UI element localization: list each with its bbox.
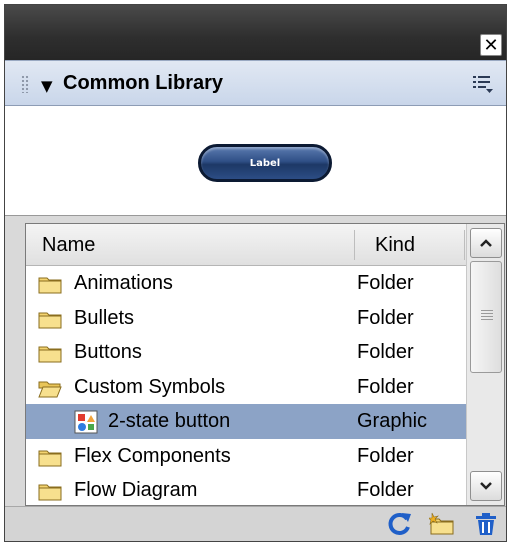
- symbol-preview-area: Label: [5, 106, 506, 216]
- folder-open-icon: [38, 381, 62, 397]
- new-folder-icon[interactable]: [429, 511, 455, 537]
- graphic-symbol-icon: [74, 410, 98, 434]
- chevron-up-icon: [480, 239, 492, 247]
- drag-grip-icon[interactable]: [21, 75, 29, 93]
- item-kind: Folder: [357, 375, 414, 398]
- item-name: Flex Components: [74, 444, 231, 467]
- list-item-selected[interactable]: 2-state button Graphic: [26, 404, 466, 439]
- item-name: Custom Symbols: [74, 375, 226, 398]
- column-header-kind[interactable]: Kind: [375, 234, 415, 257]
- folder-icon: [38, 346, 62, 363]
- item-name: 2-state button: [108, 410, 231, 432]
- folder-icon: [38, 312, 62, 328]
- list-header: Name Kind: [26, 224, 466, 266]
- close-icon: ✕: [483, 34, 499, 56]
- scroll-up-button[interactable]: [470, 228, 502, 258]
- item-name: Buttons: [74, 341, 142, 363]
- item-name: Flow Diagram: [74, 479, 198, 501]
- library-list: Name Kind Animations Folder Bullets Fold…: [25, 223, 505, 506]
- preview-button-symbol: Label: [198, 144, 332, 182]
- list-item[interactable]: Animations Folder: [26, 266, 466, 301]
- item-kind: Graphic: [357, 410, 428, 432]
- list-item[interactable]: Custom Symbols Folder: [26, 370, 466, 405]
- item-kind: Folder: [357, 272, 414, 294]
- folder-icon: [38, 484, 62, 501]
- folder-icon: [38, 277, 62, 294]
- item-kind: Folder: [357, 306, 414, 329]
- item-name: Bullets: [74, 306, 135, 329]
- item-name: Animations: [74, 272, 173, 294]
- panel-menu-icon[interactable]: [472, 74, 494, 94]
- trash-icon[interactable]: [473, 511, 499, 537]
- item-kind: Folder: [357, 444, 414, 467]
- list-item[interactable]: Bullets Folder: [26, 301, 466, 336]
- column-header-name[interactable]: Name: [42, 234, 95, 257]
- scroll-thumb[interactable]: [470, 261, 502, 373]
- close-button[interactable]: ✕: [480, 34, 502, 56]
- collapse-arrow-icon[interactable]: ▼: [41, 77, 53, 95]
- column-divider: [464, 230, 465, 260]
- panel-title: Common Library: [63, 72, 224, 94]
- panel-header[interactable]: ▼ Common Library: [5, 60, 506, 106]
- list-item[interactable]: Buttons Folder: [26, 335, 466, 370]
- folder-icon: [38, 450, 62, 466]
- library-panel-window: ✕ ▼ Common Library Label Name Kind Anima…: [4, 4, 507, 542]
- refresh-icon[interactable]: [387, 511, 413, 537]
- preview-button-label: Label: [249, 157, 281, 169]
- vertical-scrollbar[interactable]: [466, 224, 504, 505]
- panel-footer-toolbar: [5, 506, 506, 541]
- list-item[interactable]: Flow Diagram Folder: [26, 473, 466, 505]
- item-kind: Folder: [357, 479, 414, 501]
- column-divider[interactable]: [354, 230, 355, 260]
- scroll-down-button[interactable]: [470, 471, 502, 501]
- window-titlebar[interactable]: ✕: [5, 5, 506, 60]
- list-item[interactable]: Flex Components Folder: [26, 439, 466, 474]
- thumb-grip-icon: [481, 310, 493, 322]
- list-rows: Animations Folder Bullets Folder Buttons…: [26, 266, 466, 505]
- chevron-down-icon: [480, 482, 492, 490]
- item-kind: Folder: [357, 341, 414, 363]
